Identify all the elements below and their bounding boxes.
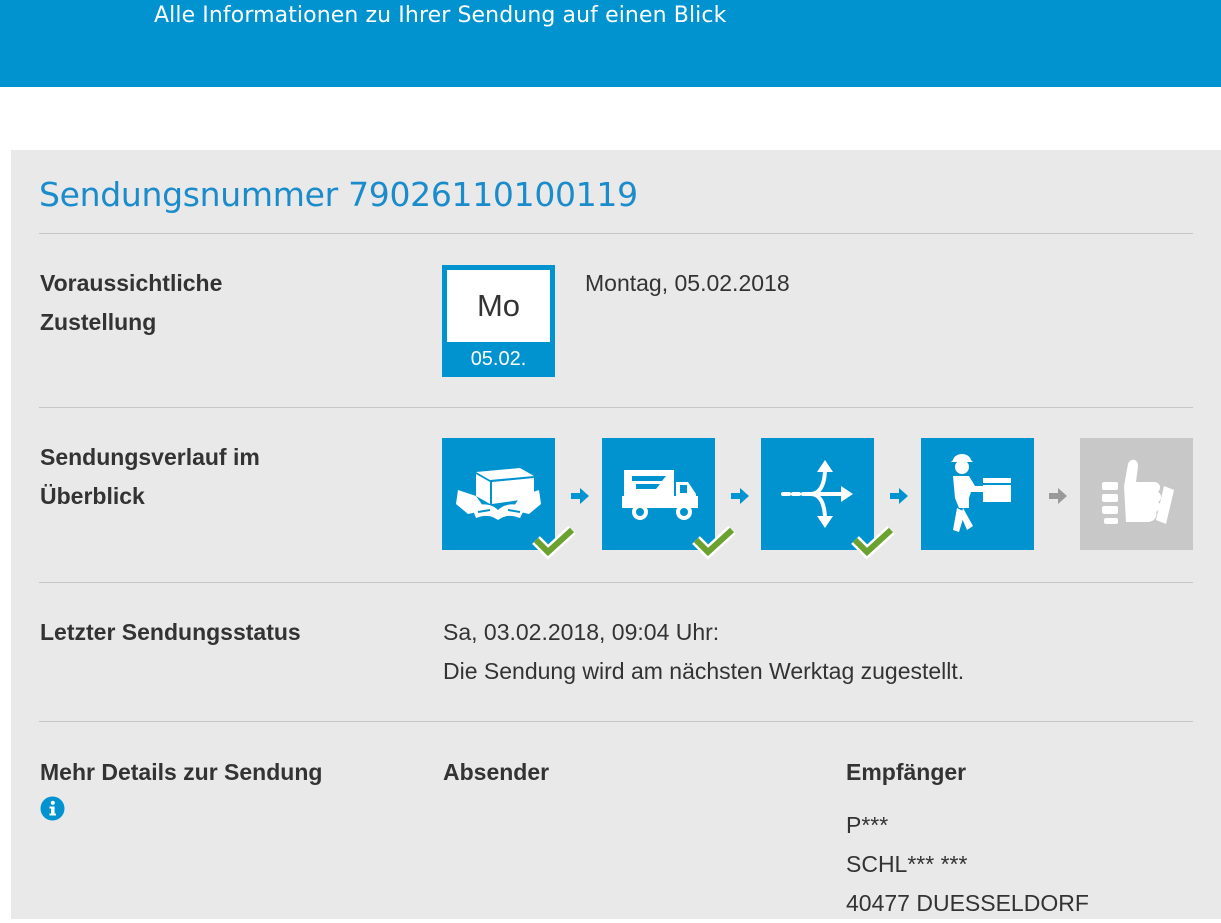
arrow-right-icon [1049,488,1067,504]
divider [39,582,1193,583]
recipient-street: SCHL*** *** [846,851,968,877]
step-delivered [1080,438,1193,550]
step-in-transport [602,438,736,560]
calendar-date: 05.02. [470,348,527,370]
progress-label-line2: Überblick [40,483,145,509]
delivery-label-line2: Zustellung [40,309,157,335]
arrow-right-icon [731,488,749,504]
info-icon[interactable] [40,796,65,821]
progress-label-line1: Sendungsverlauf im [40,444,260,470]
status-label: Letzter Sendungsstatus [40,619,301,645]
arrow-right-icon [890,488,908,504]
step-parcel-handover [442,438,576,560]
status-timestamp: Sa, 03.02.2018, 09:04 Uhr: [443,619,720,645]
recipient-heading: Empfänger [846,759,967,785]
divider [39,233,1193,234]
checkmark-icon [532,526,576,560]
checkmark-icon [851,526,895,560]
step-sorting [761,438,895,560]
courier-carrying-parcel-icon [921,438,1034,550]
header-subtitle: Alle Informationen zu Ihrer Sendung auf … [154,3,727,28]
delivery-date-text: Montag, 05.02.2018 [585,270,790,296]
thumbs-up-icon [1080,438,1193,550]
calendar-day: Mo [447,270,550,342]
recipient-name: P*** [846,812,889,838]
divider [39,721,1193,722]
step-out-for-delivery [921,438,1034,550]
arrow-right-icon [571,488,589,504]
calendar-icon: Mo 05.02. [442,265,555,377]
sender-heading: Absender [443,759,550,785]
header-bar: Alle Informationen zu Ihrer Sendung auf … [0,0,1221,87]
divider [39,407,1193,408]
details-label: Mehr Details zur Sendung [40,759,323,785]
checkmark-icon [692,526,736,560]
recipient-city: 40477 DUESSELDORF [846,890,1089,916]
shipment-number-title: Sendungsnummer 79026110100119 [39,175,638,214]
status-message: Die Sendung wird am nächsten Werktag zug… [443,658,965,684]
delivery-label-line1: Voraussichtliche [40,270,223,296]
